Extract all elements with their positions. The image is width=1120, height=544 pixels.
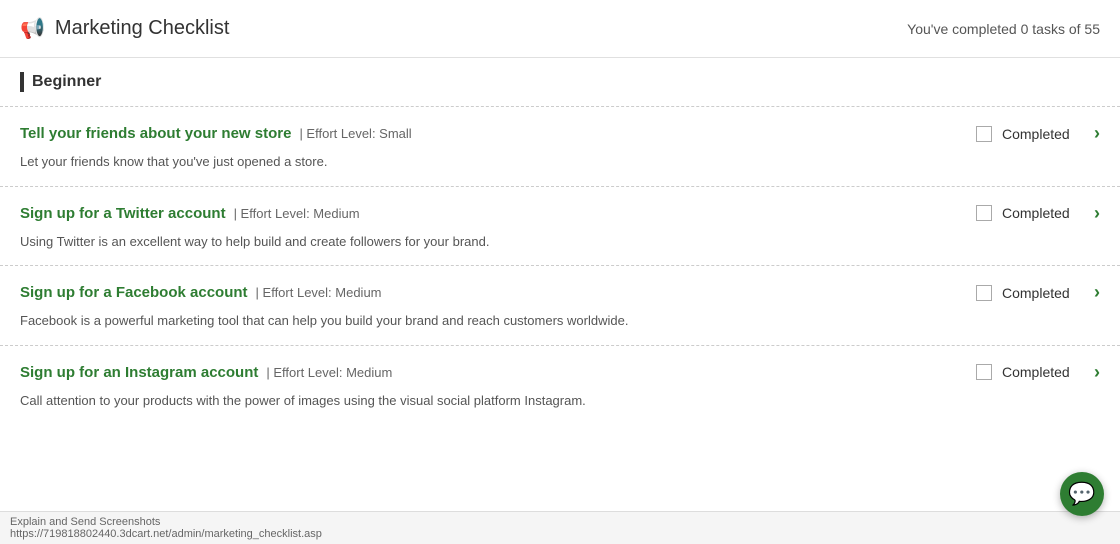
item-top-row-1: Tell your friends about your new store |… — [20, 123, 1100, 144]
chevron-right-icon-4: › — [1094, 362, 1100, 383]
chevron-right-icon-1: › — [1094, 123, 1100, 144]
item-completed-label-1: Completed — [1002, 126, 1072, 142]
item-right-2: Completed › — [976, 203, 1100, 224]
item-top-row-3: Sign up for a Facebook account | Effort … — [20, 282, 1100, 303]
chat-button[interactable]: 💬 — [1060, 472, 1104, 516]
checklist-item-1[interactable]: Tell your friends about your new store |… — [0, 106, 1120, 186]
chevron-right-icon-3: › — [1094, 282, 1100, 303]
checklist-container: Tell your friends about your new store |… — [0, 106, 1120, 424]
checklist-item-3[interactable]: Sign up for a Facebook account | Effort … — [0, 265, 1120, 345]
item-checkbox-4[interactable] — [976, 364, 992, 380]
item-effort-4: | Effort Level: Medium — [266, 365, 392, 380]
item-effort-1: | Effort Level: Small — [299, 126, 411, 141]
status-url: https://719818802440.3dcart.net/admin/ma… — [10, 528, 322, 540]
item-effort-3: | Effort Level: Medium — [256, 285, 382, 300]
item-title-group-4: Sign up for an Instagram account | Effor… — [20, 364, 976, 381]
item-right-4: Completed › — [976, 362, 1100, 383]
progress-text: You've completed 0 tasks of 55 — [907, 21, 1100, 37]
chevron-right-icon-2: › — [1094, 203, 1100, 224]
status-bar: Explain and Send Screenshots https://719… — [0, 511, 1120, 544]
status-text-1: Explain and Send Screenshots — [10, 516, 160, 528]
item-effort-2: | Effort Level: Medium — [234, 206, 360, 221]
item-title-2: Sign up for a Twitter account — [20, 205, 226, 222]
chat-icon: 💬 — [1068, 481, 1095, 507]
item-top-row-4: Sign up for an Instagram account | Effor… — [20, 362, 1100, 383]
item-right-3: Completed › — [976, 282, 1100, 303]
item-description-1: Let your friends know that you've just o… — [20, 152, 1100, 172]
item-title-4: Sign up for an Instagram account — [20, 364, 258, 381]
item-completed-label-2: Completed — [1002, 205, 1072, 221]
item-description-4: Call attention to your products with the… — [20, 391, 1100, 411]
page-title: Marketing Checklist — [55, 17, 230, 40]
item-title-group-2: Sign up for a Twitter account | Effort L… — [20, 205, 976, 222]
item-completed-label-3: Completed — [1002, 285, 1072, 301]
item-checkbox-2[interactable] — [976, 205, 992, 221]
item-completed-label-4: Completed — [1002, 364, 1072, 380]
item-description-3: Facebook is a powerful marketing tool th… — [20, 311, 1100, 331]
item-top-row-2: Sign up for a Twitter account | Effort L… — [20, 203, 1100, 224]
page-header: 📢 Marketing Checklist You've completed 0… — [0, 0, 1120, 58]
item-checkbox-1[interactable] — [976, 126, 992, 142]
section-divider-icon — [20, 72, 24, 92]
item-title-1: Tell your friends about your new store — [20, 125, 291, 142]
checklist-item-4[interactable]: Sign up for an Instagram account | Effor… — [0, 345, 1120, 425]
item-right-1: Completed › — [976, 123, 1100, 144]
checklist-item-2[interactable]: Sign up for a Twitter account | Effort L… — [0, 186, 1120, 266]
item-description-2: Using Twitter is an excellent way to hel… — [20, 232, 1100, 252]
item-title-group-1: Tell your friends about your new store |… — [20, 125, 976, 142]
section-header: Beginner — [0, 58, 1120, 106]
header-left: 📢 Marketing Checklist — [20, 16, 229, 41]
item-title-group-3: Sign up for a Facebook account | Effort … — [20, 284, 976, 301]
item-title-3: Sign up for a Facebook account — [20, 284, 248, 301]
megaphone-icon: 📢 — [20, 16, 45, 41]
section-title: Beginner — [32, 73, 101, 91]
item-checkbox-3[interactable] — [976, 285, 992, 301]
